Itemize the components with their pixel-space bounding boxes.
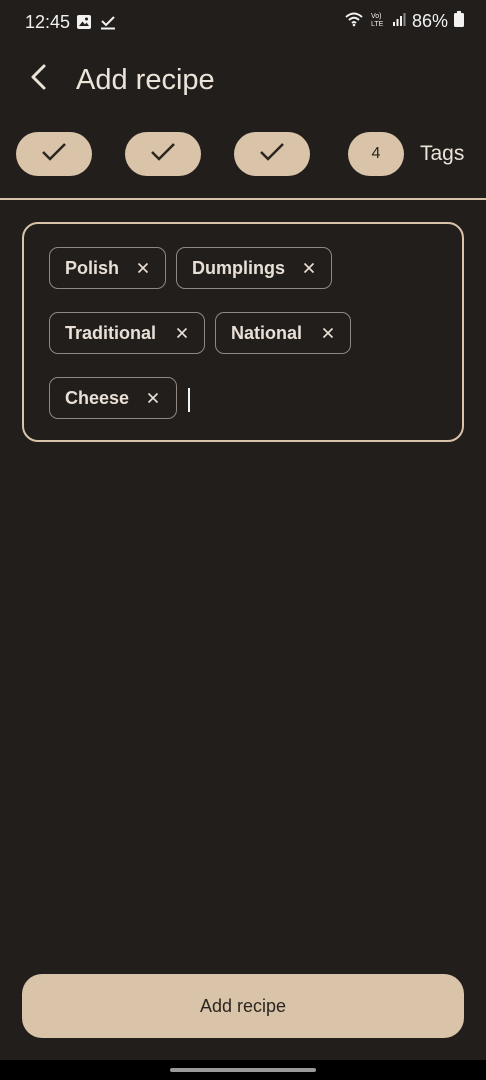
status-bar: 12:45 Vo) LTE 86% — [0, 0, 486, 44]
step-4-label: Tags — [420, 142, 465, 165]
tags-input-field[interactable]: Polish Dumplings Traditional National Ch… — [22, 222, 464, 442]
page-title: Add recipe — [76, 64, 215, 96]
add-recipe-button[interactable]: Add recipe — [22, 974, 464, 1038]
tag-chip-label: National — [231, 323, 303, 343]
text-cursor — [188, 388, 190, 412]
status-time: 12:45 — [25, 12, 71, 32]
checkmark-icon — [40, 141, 68, 168]
close-icon[interactable] — [135, 260, 151, 276]
step-2-completed[interactable] — [125, 132, 201, 176]
tag-chip-label: Traditional — [65, 323, 157, 343]
check-icon — [100, 14, 116, 35]
svg-text:Vo): Vo) — [371, 13, 382, 20]
close-icon[interactable] — [301, 260, 317, 276]
status-system-icons: Vo) LTE 86% — [344, 10, 464, 33]
checkmark-icon — [149, 141, 177, 168]
tag-chip: Dumplings — [176, 247, 332, 289]
step-3-completed[interactable] — [234, 132, 310, 176]
battery-icon — [454, 11, 464, 32]
status-notification-icons — [76, 14, 116, 35]
wifi-icon — [344, 11, 364, 32]
checkmark-icon — [258, 141, 286, 168]
close-icon[interactable] — [145, 390, 161, 406]
close-icon[interactable] — [174, 325, 190, 341]
tag-chip: National — [215, 312, 351, 354]
signal-icon — [392, 11, 406, 32]
tag-chip-label: Polish — [65, 258, 120, 278]
volte-icon: Vo) LTE — [370, 10, 386, 33]
tag-chip-label: Dumplings — [192, 258, 285, 278]
navigation-bar — [0, 1060, 486, 1080]
tag-chip: Cheese — [49, 377, 177, 419]
stepper: 4 Tags — [0, 130, 486, 182]
tag-chip-label: Cheese — [65, 388, 130, 408]
battery-percent: 86% — [411, 11, 448, 31]
close-icon[interactable] — [320, 325, 336, 341]
svg-text:LTE: LTE — [371, 21, 384, 28]
stepper-divider — [0, 198, 486, 200]
tag-chip: Traditional — [49, 312, 205, 354]
home-indicator[interactable] — [170, 1068, 316, 1072]
back-arrow-icon — [29, 63, 49, 96]
step-1-completed[interactable] — [16, 132, 92, 176]
app-bar: Add recipe — [0, 50, 486, 110]
add-recipe-button-label: Add recipe — [199, 995, 287, 1016]
step-4-current: 4 — [348, 132, 404, 176]
gallery-icon — [76, 14, 92, 35]
back-button[interactable] — [22, 62, 56, 96]
tag-chip: Polish — [49, 247, 166, 289]
